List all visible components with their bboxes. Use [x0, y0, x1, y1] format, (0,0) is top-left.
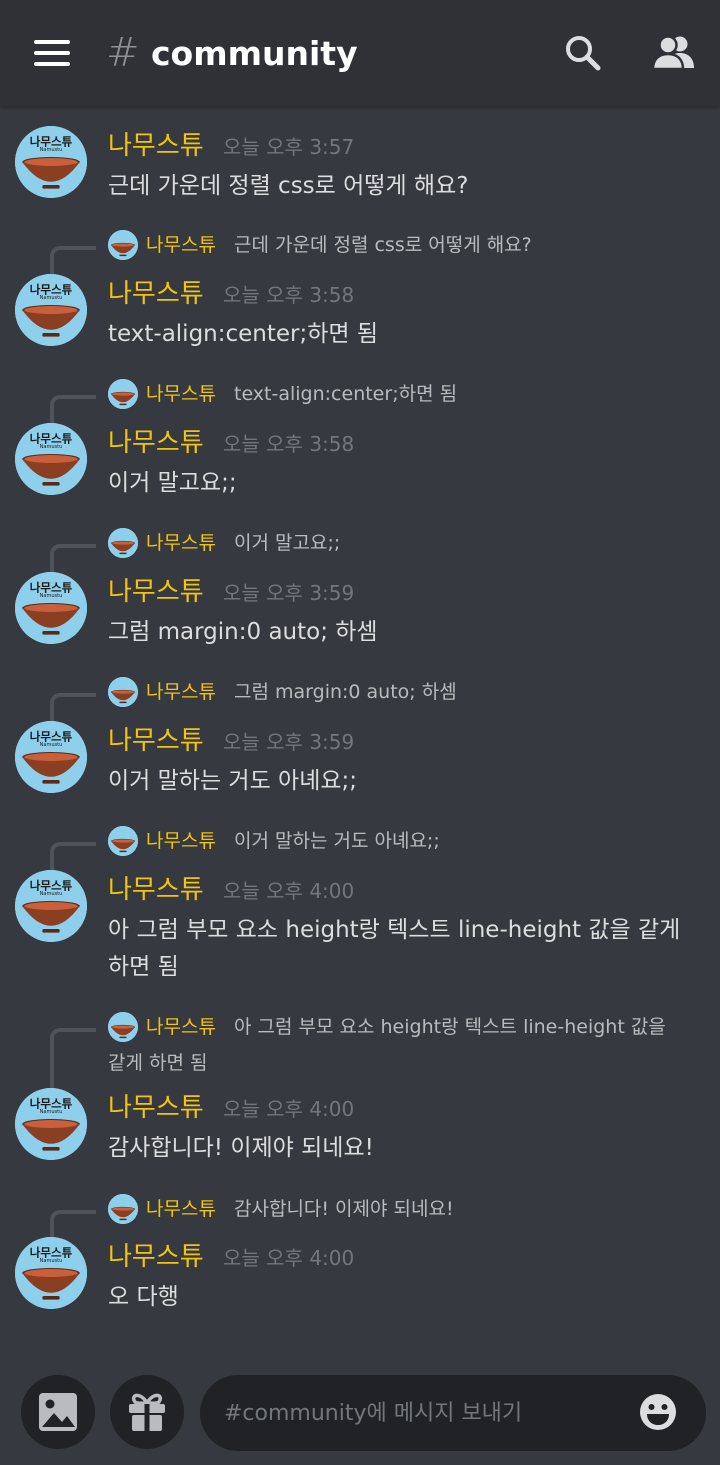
message-content: 그럼 margin:0 auto; 하셈 — [108, 619, 378, 645]
reply-author[interactable]: 나무스튜 — [146, 826, 216, 856]
avatar-logo-subtext: Namustu — [40, 295, 63, 301]
message-author[interactable]: 나무스튜 — [108, 427, 204, 459]
image-upload-button[interactable] — [21, 1375, 95, 1449]
message-timestamp: 오늘 오후 3:59 — [223, 730, 355, 754]
avatar[interactable]: 나무스튜 Namustu — [15, 1088, 87, 1160]
avatar[interactable]: 나무스튜 Namustu — [15, 721, 87, 793]
avatar-logo-subtext: Namustu — [40, 742, 63, 748]
message-author[interactable]: 나무스튜 — [108, 576, 204, 608]
avatar[interactable]: 나무스튜 Namustu — [15, 126, 87, 198]
message-timestamp: 오늘 오후 4:00 — [223, 1246, 355, 1270]
reply-text[interactable]: 이거 말고요;; — [234, 528, 340, 558]
reply-author[interactable]: 나무스튜 — [146, 677, 216, 707]
reply-text[interactable]: 근데 가운데 정렬 css로 어떻게 해요? — [234, 230, 532, 260]
reply-avatar[interactable] — [108, 379, 138, 409]
reply-text[interactable]: 이거 말하는 거도 아녜요;; — [234, 826, 440, 856]
message-author[interactable]: 나무스튜 — [108, 130, 204, 162]
channel-header: # community — [0, 0, 720, 106]
message-content: 근데 가운데 정렬 css로 어떻게 해요? — [108, 173, 469, 199]
reply-avatar[interactable] — [108, 1012, 138, 1042]
channel-hash-icon: # — [106, 30, 140, 76]
message-timestamp: 오늘 오후 3:59 — [223, 581, 355, 605]
composer-bar — [0, 1356, 720, 1465]
image-icon — [39, 1393, 77, 1431]
reply-author[interactable]: 나무스튜 — [146, 528, 216, 558]
reply-text[interactable]: 그럼 margin:0 auto; 하셈 — [234, 677, 457, 707]
hamburger-menu-icon[interactable] — [34, 40, 70, 66]
app-window: # community 나무스튜 Namustu 나무스튜 오늘 오후 3:57… — [0, 0, 720, 1465]
message-timestamp: 오늘 오후 3:57 — [223, 135, 355, 159]
message-author[interactable]: 나무스튜 — [108, 725, 204, 757]
reply-text[interactable]: 아 그럼 부모 요소 height랑 텍스트 line-height 값을 — [234, 1012, 666, 1042]
channel-title: community — [151, 34, 358, 73]
emoji-icon — [640, 1394, 676, 1430]
reply-text-continued[interactable]: 같게 하면 됨 — [108, 1048, 207, 1078]
reply-author[interactable]: 나무스튜 — [146, 1012, 216, 1042]
avatar[interactable]: 나무스튜 Namustu — [15, 1237, 87, 1309]
message-content: 아 그럼 부모 요소 height랑 텍스트 line-height 값을 같게… — [108, 917, 681, 980]
reply-avatar[interactable] — [108, 1194, 138, 1224]
avatar-logo-subtext: Namustu — [40, 1258, 63, 1264]
reply-author[interactable]: 나무스튜 — [146, 230, 216, 260]
search-icon[interactable] — [564, 34, 602, 72]
reply-text[interactable]: text-align:center;하면 됨 — [234, 379, 457, 409]
message-timestamp: 오늘 오후 3:58 — [223, 432, 355, 456]
avatar-logo-subtext: Namustu — [40, 147, 63, 153]
members-icon[interactable] — [651, 34, 696, 71]
avatar-logo-subtext: Namustu — [40, 1109, 63, 1115]
message-list[interactable]: 나무스튜 Namustu 나무스튜 오늘 오후 3:57 근데 가운데 정렬 c… — [0, 106, 720, 1356]
avatar[interactable]: 나무스튜 Namustu — [15, 572, 87, 644]
message-content: 오 다행 — [108, 1284, 179, 1310]
message-timestamp: 오늘 오후 4:00 — [223, 879, 355, 903]
message-content: text-align:center;하면 됨 — [108, 321, 379, 347]
message-author[interactable]: 나무스튜 — [108, 874, 204, 906]
message-timestamp: 오늘 오후 4:00 — [223, 1097, 355, 1121]
message-content: 감사합니다! 이제야 되네요! — [108, 1135, 374, 1161]
gift-icon — [129, 1393, 165, 1431]
message-author[interactable]: 나무스튜 — [108, 1241, 204, 1273]
avatar[interactable]: 나무스튜 Namustu — [15, 423, 87, 495]
message-author[interactable]: 나무스튜 — [108, 1092, 204, 1124]
reply-avatar[interactable] — [108, 230, 138, 260]
reply-author[interactable]: 나무스튜 — [146, 1194, 216, 1224]
message-timestamp: 오늘 오후 3:58 — [223, 283, 355, 307]
message-author[interactable]: 나무스튜 — [108, 278, 204, 310]
reply-avatar[interactable] — [108, 528, 138, 558]
reply-text[interactable]: 감사합니다! 이제야 되네요! — [234, 1194, 454, 1224]
reply-avatar[interactable] — [108, 826, 138, 856]
emoji-button[interactable] — [638, 1392, 678, 1432]
message-content: 이거 말고요;; — [108, 470, 237, 496]
avatar-logo-subtext: Namustu — [40, 444, 63, 450]
message-input[interactable] — [224, 1393, 624, 1433]
avatar[interactable]: 나무스튜 Namustu — [15, 274, 87, 346]
avatar[interactable]: 나무스튜 Namustu — [15, 870, 87, 942]
reply-author[interactable]: 나무스튜 — [146, 379, 216, 409]
avatar-logo-subtext: Namustu — [40, 593, 63, 599]
avatar-logo-subtext: Namustu — [40, 891, 63, 897]
message-content: 이거 말하는 거도 아녜요;; — [108, 768, 358, 794]
reply-avatar[interactable] — [108, 677, 138, 707]
gift-button[interactable] — [110, 1375, 184, 1449]
message-input-box[interactable] — [200, 1375, 706, 1451]
